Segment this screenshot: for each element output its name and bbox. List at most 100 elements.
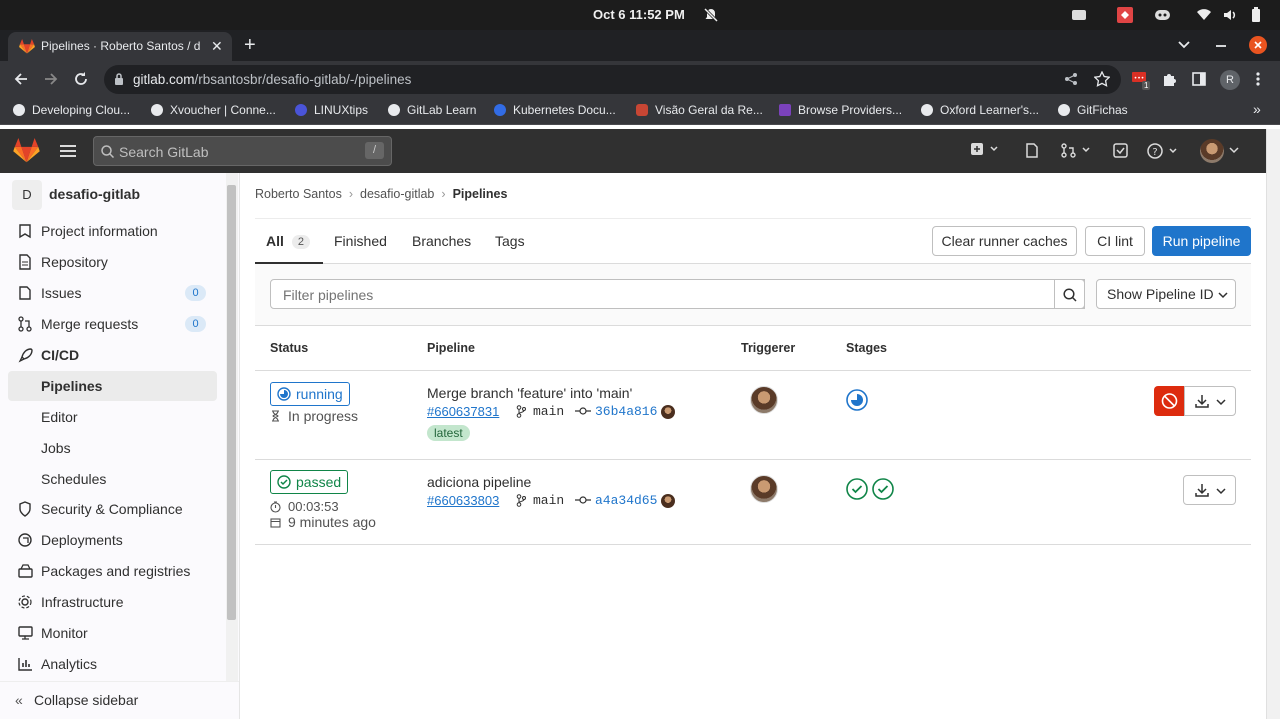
sidebar-item-label: Packages and registries bbox=[41, 563, 191, 579]
sidebar-item-analytics[interactable]: Analytics bbox=[8, 649, 217, 679]
app-tray-icon[interactable] bbox=[1071, 7, 1087, 23]
tab-all[interactable]: All 2 bbox=[266, 233, 311, 249]
sidebar-item-deployments[interactable]: Deployments bbox=[8, 525, 217, 555]
tab-finished[interactable]: Finished bbox=[334, 233, 387, 249]
bell-muted-icon[interactable] bbox=[703, 7, 719, 23]
sidebar-item-project-information[interactable]: Project information bbox=[8, 216, 217, 246]
ci-lint-button[interactable]: CI lint bbox=[1085, 226, 1145, 256]
bookmark-item[interactable]: LINUXtips bbox=[295, 103, 368, 117]
filter-search-button[interactable] bbox=[1054, 279, 1085, 309]
stage-running-icon[interactable] bbox=[846, 389, 868, 411]
clear-runner-caches-button[interactable]: Clear runner caches bbox=[932, 226, 1077, 256]
merge-request-icon bbox=[18, 316, 32, 332]
branch-name[interactable]: main bbox=[533, 404, 564, 419]
breadcrumb-current[interactable]: Pipelines bbox=[453, 187, 508, 201]
pipeline-id-link[interactable]: #660633803 bbox=[427, 493, 499, 508]
battery-icon[interactable] bbox=[1251, 7, 1261, 23]
tab-search-chevron-icon[interactable] bbox=[1178, 38, 1190, 50]
branch-name[interactable]: main bbox=[533, 493, 564, 508]
menu-kebab-icon[interactable] bbox=[1255, 71, 1261, 87]
stage-passed-icon[interactable] bbox=[872, 478, 894, 500]
share-icon[interactable] bbox=[1064, 72, 1078, 86]
tab-tags[interactable]: Tags bbox=[495, 233, 525, 249]
forward-icon[interactable] bbox=[43, 71, 59, 87]
commit-sha-link[interactable]: a4a34d65 bbox=[595, 493, 657, 508]
commit-sha-link[interactable]: 36b4a816 bbox=[595, 404, 657, 419]
minimize-icon[interactable] bbox=[1215, 38, 1227, 50]
status-badge-passed[interactable]: passed bbox=[270, 470, 349, 494]
reload-icon[interactable] bbox=[73, 71, 89, 87]
bookmark-item[interactable]: Browse Providers... bbox=[779, 103, 902, 117]
bookmark-item[interactable]: Developing Clou... bbox=[13, 103, 130, 117]
todo-icon[interactable] bbox=[1113, 143, 1128, 158]
close-window-icon[interactable] bbox=[1249, 36, 1267, 54]
gitlab-logo-icon[interactable] bbox=[13, 138, 40, 163]
address-bar[interactable]: gitlab.com/rbsantosbr/desafio-gitlab/-/p… bbox=[104, 65, 1121, 94]
user-menu-chevron-icon[interactable] bbox=[1229, 145, 1239, 155]
sidebar-item-ci-cd[interactable]: CI/CD bbox=[8, 340, 217, 370]
stage-passed-icon[interactable] bbox=[846, 478, 868, 500]
browser-tab-title: Pipelines · Roberto Santos / d bbox=[41, 39, 201, 53]
wifi-icon[interactable] bbox=[1196, 7, 1212, 23]
sidebar-scrollbar[interactable] bbox=[227, 185, 236, 620]
browser-tab[interactable]: Pipelines · Roberto Santos / d ✕ bbox=[8, 32, 232, 61]
commit-message[interactable]: adiciona pipeline bbox=[427, 474, 531, 490]
sidebar-item-merge-requests[interactable]: Merge requests 0 bbox=[8, 309, 217, 339]
bookmark-item[interactable]: GitLab Learn bbox=[388, 103, 476, 117]
sidebar-item-packages-registries[interactable]: Packages and registries bbox=[8, 556, 217, 586]
sidebar-item-jobs[interactable]: Jobs bbox=[8, 433, 217, 463]
bookmark-item[interactable]: GitFichas bbox=[1058, 103, 1128, 117]
bookmark-item[interactable]: Oxford Learner's... bbox=[921, 103, 1039, 117]
cancel-pipeline-button[interactable] bbox=[1154, 386, 1185, 416]
show-pipeline-id-dropdown[interactable]: Show Pipeline ID bbox=[1096, 279, 1236, 309]
sidebar-item-editor[interactable]: Editor bbox=[8, 402, 217, 432]
filter-pipelines-input[interactable]: Filter pipelines bbox=[270, 279, 1085, 309]
lock-icon[interactable] bbox=[114, 73, 124, 86]
bookmark-item[interactable]: Xvoucher | Conne... bbox=[151, 103, 276, 117]
breadcrumb-chevron-icon: › bbox=[348, 187, 354, 201]
collapse-sidebar-button[interactable]: « Collapse sidebar bbox=[0, 681, 239, 719]
breadcrumb-user[interactable]: Roberto Santos bbox=[255, 187, 342, 201]
create-new-icon[interactable] bbox=[970, 142, 1000, 156]
volume-icon[interactable] bbox=[1222, 7, 1238, 23]
download-artifacts-dropdown[interactable] bbox=[1184, 386, 1236, 416]
tab-branches[interactable]: Branches bbox=[412, 233, 471, 249]
puzzle-icon[interactable] bbox=[1161, 71, 1177, 87]
back-icon[interactable] bbox=[13, 71, 29, 87]
sidebar-item-infrastructure[interactable]: Infrastructure bbox=[8, 587, 217, 617]
page-scrollbar[interactable] bbox=[1266, 129, 1280, 719]
sidepanel-icon[interactable] bbox=[1191, 71, 1207, 87]
bookmark-item[interactable]: Visão Geral da Re... bbox=[636, 103, 763, 117]
search-gitlab-input[interactable]: Search GitLab / bbox=[93, 136, 392, 166]
issues-icon[interactable] bbox=[1025, 143, 1039, 158]
status-badge-running[interactable]: running bbox=[270, 382, 350, 406]
sidebar-item-repository[interactable]: Repository bbox=[8, 247, 217, 277]
merge-requests-icon[interactable] bbox=[1061, 143, 1093, 158]
pipeline-id-link[interactable]: #660637831 bbox=[427, 404, 499, 419]
sidebar-item-issues[interactable]: Issues 0 bbox=[8, 278, 217, 308]
commit-message[interactable]: Merge branch 'feature' into 'main' bbox=[427, 385, 632, 401]
sidebar-item-monitor[interactable]: Monitor bbox=[8, 618, 217, 648]
hamburger-menu-icon[interactable] bbox=[60, 144, 76, 158]
commit-author-avatar[interactable] bbox=[661, 405, 675, 419]
sidebar-item-security-compliance[interactable]: Security & Compliance bbox=[8, 494, 217, 524]
help-icon[interactable]: ? bbox=[1147, 143, 1181, 159]
bookmark-star-icon[interactable] bbox=[1094, 71, 1110, 87]
anydesk-tray-icon[interactable] bbox=[1117, 7, 1133, 23]
breadcrumb-project[interactable]: desafio-gitlab bbox=[360, 187, 434, 201]
triggerer-avatar[interactable] bbox=[750, 386, 778, 414]
new-tab-icon[interactable]: + bbox=[244, 35, 256, 55]
download-artifacts-dropdown[interactable] bbox=[1183, 475, 1236, 505]
more-bookmarks-icon[interactable]: » bbox=[1253, 101, 1261, 117]
sidebar-item-pipelines[interactable]: Pipelines bbox=[8, 371, 217, 401]
triggerer-avatar[interactable] bbox=[750, 475, 778, 503]
search-shortcut-key: / bbox=[365, 142, 384, 159]
discord-tray-icon[interactable] bbox=[1154, 7, 1171, 23]
commit-author-avatar[interactable] bbox=[661, 494, 675, 508]
tab-close-icon[interactable]: ✕ bbox=[211, 38, 223, 55]
user-avatar[interactable] bbox=[1200, 139, 1224, 163]
profile-avatar[interactable]: R bbox=[1220, 70, 1240, 90]
sidebar-item-schedules[interactable]: Schedules bbox=[8, 464, 217, 494]
bookmark-item[interactable]: Kubernetes Docu... bbox=[494, 103, 616, 117]
run-pipeline-button[interactable]: Run pipeline bbox=[1152, 226, 1251, 256]
